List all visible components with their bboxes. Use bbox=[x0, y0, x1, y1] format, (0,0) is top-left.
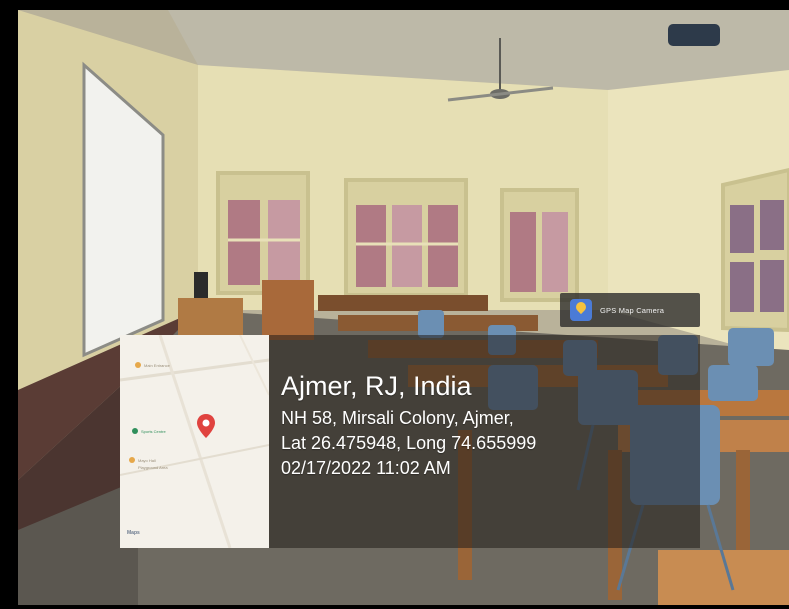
classroom-photo: GPS Map Camera Main Entrance Sports Cent… bbox=[18, 10, 789, 605]
map-label-4: Playground Area bbox=[138, 465, 168, 470]
window-left bbox=[216, 171, 310, 295]
map-pin-icon bbox=[197, 414, 215, 438]
map-roads bbox=[120, 335, 269, 548]
window-right bbox=[500, 188, 579, 302]
map-label-1: Main Entrance bbox=[144, 363, 170, 368]
mini-map: Main Entrance Sports Centre Mayo Hall Pl… bbox=[120, 335, 269, 548]
podium bbox=[262, 280, 314, 340]
window-side bbox=[721, 167, 789, 333]
datetime-line: 02/17/2022 11:02 AM bbox=[281, 458, 451, 478]
teacher-desk bbox=[178, 298, 243, 338]
map-label-2: Sports Centre bbox=[141, 429, 166, 434]
coordinates-line: Lat 26.475948, Long 74.655999 bbox=[281, 433, 537, 453]
location-title: Ajmer, RJ, India bbox=[281, 371, 472, 401]
projector bbox=[668, 24, 720, 46]
map-logo: Maps bbox=[127, 530, 140, 536]
app-name: GPS Map Camera bbox=[600, 305, 665, 315]
window-center bbox=[344, 178, 468, 297]
location-text: Ajmer, RJ, India NH 58, Mirsali Colony, … bbox=[281, 370, 536, 481]
map-label-3: Mayo Hall bbox=[138, 458, 156, 463]
gps-app-badge: GPS Map Camera bbox=[560, 293, 700, 327]
address-line: NH 58, Mirsali Colony, Ajmer, bbox=[281, 408, 514, 428]
photo-frame: GPS Map Camera Main Entrance Sports Cent… bbox=[0, 0, 789, 609]
monitor bbox=[194, 272, 208, 298]
gps-map-camera-app-icon bbox=[570, 299, 592, 321]
